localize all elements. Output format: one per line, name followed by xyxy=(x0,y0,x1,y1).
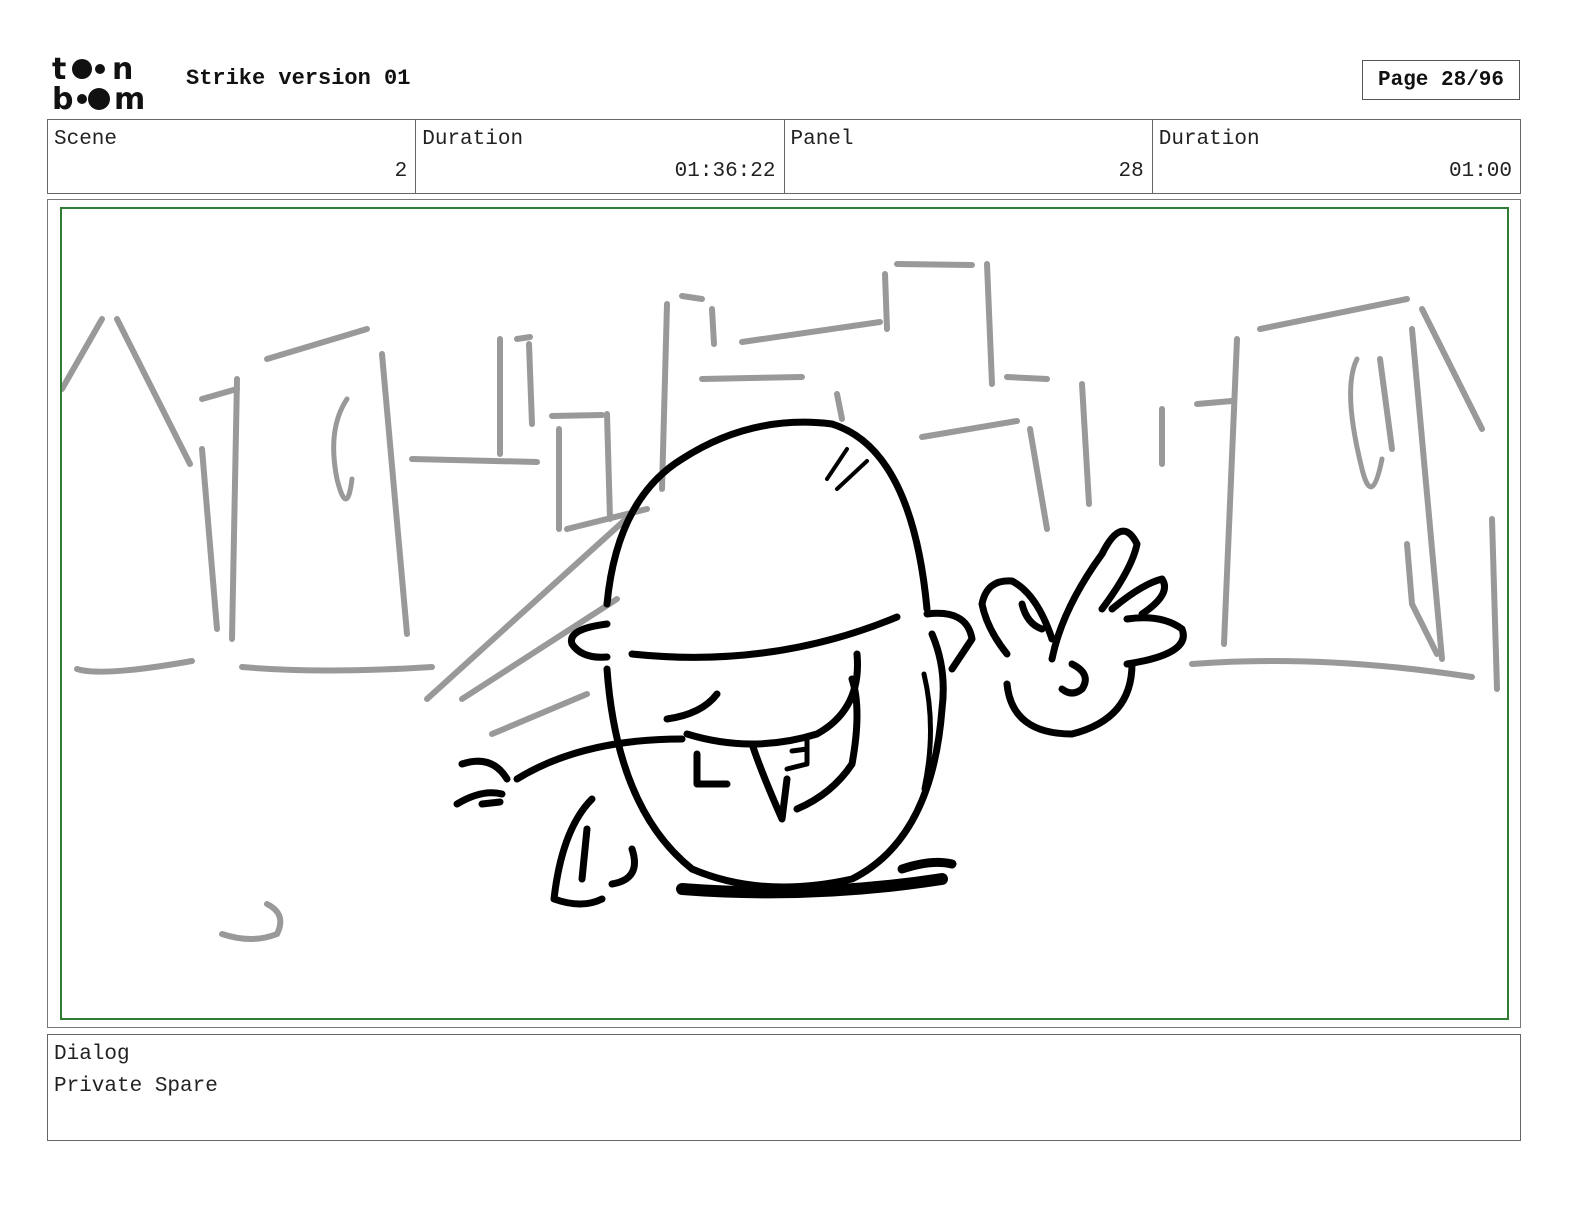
panel-duration-label: Duration xyxy=(1158,128,1260,151)
page-number: Page 28/96 xyxy=(1362,60,1520,100)
scene-duration-value: 01:36:22 xyxy=(674,160,776,183)
storyboard-sketch xyxy=(62,261,1500,942)
panel-cell: Panel 28 xyxy=(783,120,1152,193)
svg-text:b: b xyxy=(52,82,73,112)
toon-boom-logo: t n b m xyxy=(52,52,164,117)
panel-duration-value: 01:00 xyxy=(1448,160,1512,183)
dialog-label: Dialog xyxy=(54,1043,130,1066)
dialog-box: Dialog Private Spare xyxy=(47,1034,1521,1141)
svg-text:m: m xyxy=(114,82,145,112)
document-title: Strike version 01 xyxy=(186,66,411,91)
scene-label: Scene xyxy=(54,128,118,151)
egg-character-sketch xyxy=(453,418,1187,908)
scene-value: 2 xyxy=(394,160,408,183)
storyboard-panel xyxy=(60,207,1509,1020)
panel-info-table: Scene 2 Duration 01:36:22 Panel 28 Durat… xyxy=(47,119,1521,194)
scene-duration-label: Duration xyxy=(422,128,524,151)
scene-duration-cell: Duration 01:36:22 xyxy=(415,120,783,193)
panel-duration-cell: Duration 01:00 xyxy=(1151,120,1520,193)
dialog-text: Private Spare xyxy=(54,1075,218,1098)
panel-label: Panel xyxy=(790,128,854,151)
panel-value: 28 xyxy=(1118,160,1144,183)
scene-cell: Scene 2 xyxy=(48,120,415,193)
background-sketch xyxy=(62,261,1500,942)
